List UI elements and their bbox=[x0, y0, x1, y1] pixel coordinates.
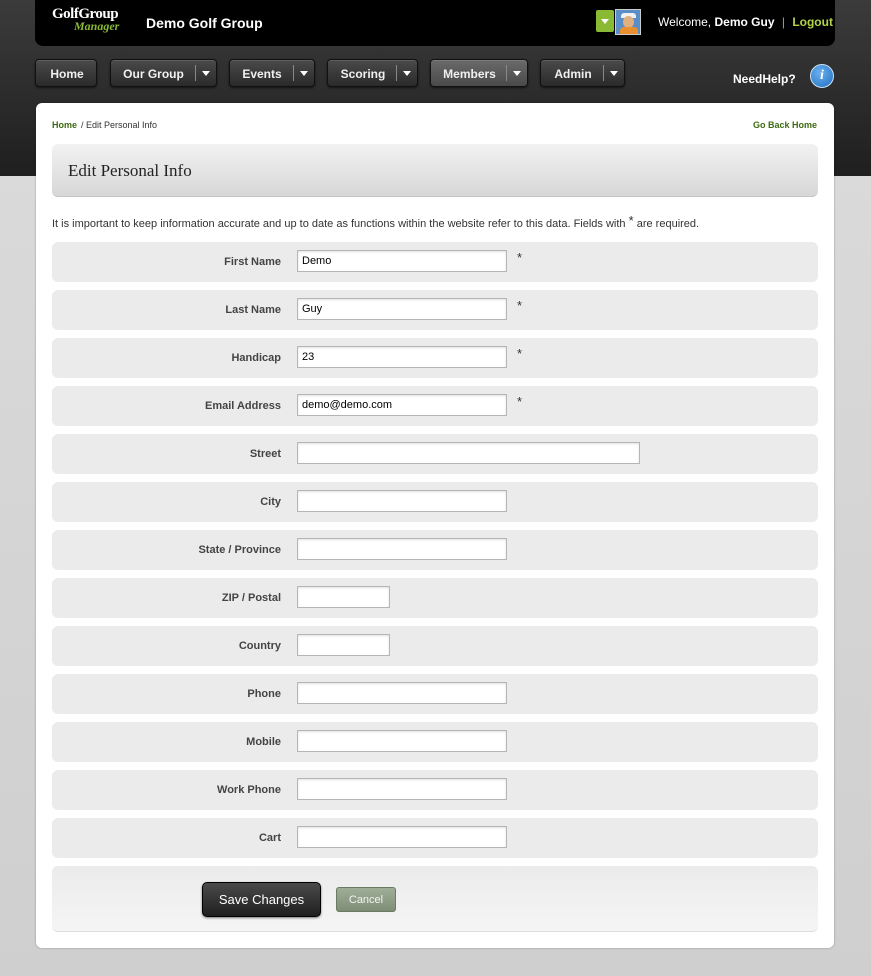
form-row-work-phone: Work Phone bbox=[52, 770, 818, 810]
welcome-text: Welcome, Demo Guy | Logout bbox=[658, 15, 833, 29]
nav-members-label: Members bbox=[443, 67, 496, 81]
go-back-home-link[interactable]: Go Back Home bbox=[753, 120, 817, 130]
site-title: Demo Golf Group bbox=[146, 15, 263, 31]
chevron-down-icon[interactable] bbox=[403, 71, 411, 76]
handicap-field[interactable] bbox=[297, 346, 507, 368]
site-logo[interactable]: GolfGroup Manager bbox=[52, 6, 134, 34]
form-row-city: City bbox=[52, 482, 818, 522]
form-row-last-name: Last Name * bbox=[52, 290, 818, 330]
form-row-first-name: First Name * bbox=[52, 242, 818, 282]
welcome-prefix: Welcome, bbox=[658, 15, 712, 29]
save-changes-button[interactable]: Save Changes bbox=[202, 882, 321, 917]
avatar[interactable] bbox=[615, 9, 641, 35]
info-icon[interactable]: i bbox=[810, 64, 834, 88]
required-marker: * bbox=[517, 250, 523, 265]
country-label: Country bbox=[238, 640, 281, 652]
breadcrumb-home-link[interactable]: Home bbox=[52, 120, 77, 130]
cart-field[interactable] bbox=[297, 826, 507, 848]
nav-scoring-button[interactable]: Scoring bbox=[327, 59, 418, 87]
last-name-field[interactable] bbox=[297, 298, 507, 320]
form-row-zip: ZIP / Postal bbox=[52, 578, 818, 618]
page-title: Edit Personal Info bbox=[68, 161, 192, 180]
required-star-marker: * bbox=[628, 213, 634, 228]
user-name: Demo Guy bbox=[714, 15, 775, 29]
email-label: Email Address bbox=[204, 400, 281, 412]
nav-our-group-button[interactable]: Our Group bbox=[110, 59, 217, 87]
chevron-down-icon[interactable] bbox=[202, 71, 210, 76]
required-marker: * bbox=[517, 298, 523, 313]
need-help-label[interactable]: NeedHelp? bbox=[733, 72, 796, 86]
email-field[interactable] bbox=[297, 394, 507, 416]
nav-our-group-label: Our Group bbox=[123, 67, 184, 81]
country-field[interactable] bbox=[297, 634, 390, 656]
nav-admin-label: Admin bbox=[554, 67, 592, 81]
handicap-label: Handicap bbox=[231, 352, 281, 364]
intro-text: It is important to keep information accu… bbox=[52, 213, 700, 230]
mobile-label: Mobile bbox=[246, 736, 281, 748]
zip-field[interactable] bbox=[297, 586, 390, 608]
street-label: Street bbox=[249, 448, 281, 460]
cancel-button[interactable]: Cancel bbox=[336, 887, 396, 912]
chevron-down-icon[interactable] bbox=[513, 71, 521, 76]
cart-label: Cart bbox=[258, 832, 281, 844]
form-row-country: Country bbox=[52, 626, 818, 666]
form-row-handicap: Handicap * bbox=[52, 338, 818, 378]
welcome-separator: | bbox=[781, 15, 785, 29]
first-name-field[interactable] bbox=[297, 250, 507, 272]
state-field[interactable] bbox=[297, 538, 507, 560]
form-row-phone: Phone bbox=[52, 674, 818, 714]
account-menu-chevron-icon[interactable] bbox=[596, 10, 614, 32]
logout-link[interactable]: Logout bbox=[792, 15, 833, 29]
last-name-label: Last Name bbox=[225, 304, 281, 316]
first-name-label: First Name bbox=[224, 256, 281, 268]
street-field[interactable] bbox=[297, 442, 640, 464]
nav-members-button[interactable]: Members bbox=[430, 59, 528, 87]
form-row-street: Street bbox=[52, 434, 818, 474]
chevron-down-icon[interactable] bbox=[300, 71, 308, 76]
form-actions: Save Changes Cancel bbox=[52, 866, 818, 932]
nav-home-button[interactable]: Home bbox=[35, 59, 97, 87]
nav-scoring-label: Scoring bbox=[340, 67, 386, 81]
nav-admin-button[interactable]: Admin bbox=[540, 59, 625, 87]
work-phone-field[interactable] bbox=[297, 778, 507, 800]
state-label: State / Province bbox=[198, 544, 281, 556]
breadcrumb-current: / Edit Personal Info bbox=[81, 120, 158, 130]
phone-field[interactable] bbox=[297, 682, 507, 704]
phone-label: Phone bbox=[247, 688, 281, 700]
form-row-email: Email Address * bbox=[52, 386, 818, 426]
top-header: GolfGroup Manager Demo Golf Group Welcom… bbox=[35, 0, 835, 46]
work-phone-label: Work Phone bbox=[217, 784, 281, 796]
city-label: City bbox=[260, 496, 281, 508]
form-row-mobile: Mobile bbox=[52, 722, 818, 762]
content-panel: Home / Edit Personal Info Go Back Home Ed… bbox=[36, 103, 834, 948]
required-marker: * bbox=[517, 346, 523, 361]
mobile-field[interactable] bbox=[297, 730, 507, 752]
nav-home-label: Home bbox=[50, 67, 84, 81]
form-row-state: State / Province bbox=[52, 530, 818, 570]
city-field[interactable] bbox=[297, 490, 507, 512]
chevron-down-icon[interactable] bbox=[610, 71, 618, 76]
breadcrumb: Home / Edit Personal Info bbox=[52, 120, 157, 130]
required-marker: * bbox=[517, 394, 523, 409]
zip-label: ZIP / Postal bbox=[221, 592, 281, 604]
nav-events-button[interactable]: Events bbox=[229, 59, 315, 87]
page-title-box: Edit Personal Info bbox=[52, 144, 818, 197]
nav-events-label: Events bbox=[242, 67, 282, 81]
form-row-cart: Cart bbox=[52, 818, 818, 858]
